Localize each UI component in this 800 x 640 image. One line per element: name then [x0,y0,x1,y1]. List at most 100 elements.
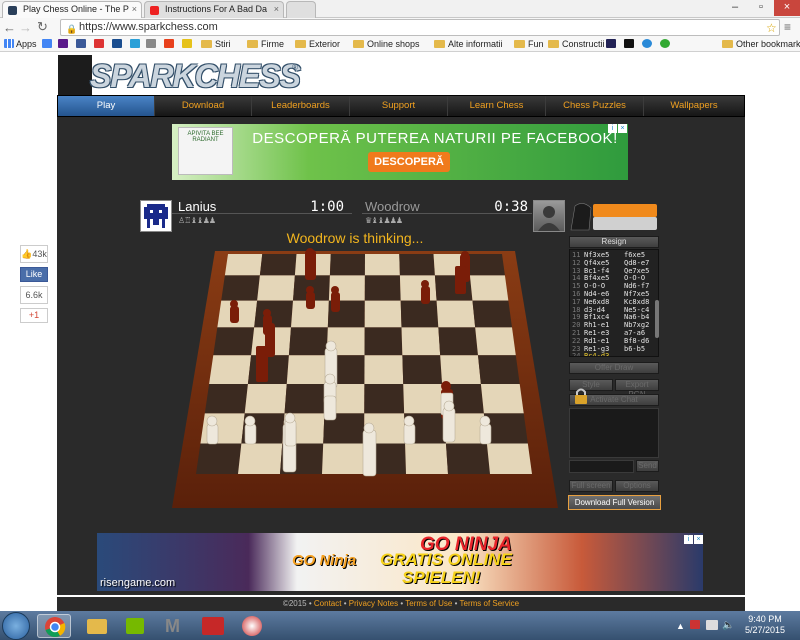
facebook-like-button[interactable]: Like [20,267,48,282]
footer-link-contact[interactable]: Contact [314,599,342,608]
ad-info-icon[interactable]: i [608,124,617,133]
nav-chess-puzzles[interactable]: Chess Puzzles [546,96,644,116]
download-full-version-button[interactable]: Download Full Version [568,495,661,510]
board-square[interactable] [399,275,437,301]
tray-network-icon[interactable] [706,620,718,630]
bookmark-icon-13[interactable] [660,38,672,51]
board-graphic[interactable] [170,248,560,510]
board-square[interactable] [364,275,401,301]
menu-icon[interactable]: ≡ [784,20,791,34]
address-bar[interactable]: 🔒 https://www.sparkchess.com [60,19,780,36]
bookmark-stiri[interactable]: Stiri [201,38,231,51]
board-square[interactable] [475,327,516,356]
bookmark-fun[interactable]: Fun [514,38,544,51]
chat-box[interactable] [569,408,659,458]
options-button[interactable]: Options [615,480,659,492]
board-square[interactable] [213,327,255,356]
chess-board[interactable] [170,248,560,510]
chat-input[interactable] [569,460,634,473]
bookmark-icon-8[interactable] [164,38,176,51]
board-square[interactable] [204,383,248,414]
move-row[interactable]: 24 Bc4-d3 [572,353,658,356]
close-icon[interactable]: × [132,2,137,17]
ad-info-icon[interactable]: i [684,535,693,544]
back-icon[interactable]: ← [3,20,16,35]
board-square[interactable] [329,254,365,276]
board-square[interactable] [244,383,287,414]
board-square[interactable] [445,443,490,474]
bookmark-icon-12[interactable] [642,38,654,51]
footer-link-terms-of-service[interactable]: Terms of Service [460,599,520,608]
scrollbar[interactable] [655,300,659,338]
bookmark-icon-10[interactable] [606,38,618,51]
bookmark-other[interactable]: Other bookmarks [722,38,800,51]
board-square[interactable] [403,383,445,414]
close-window-icon[interactable]: × [774,0,800,16]
board-square[interactable] [364,383,405,414]
board-square[interactable] [438,327,478,356]
star-icon[interactable]: ☆ [766,21,777,35]
board-square[interactable] [364,300,402,328]
google-plus-button[interactable]: +1 [20,308,48,323]
board-square[interactable] [257,275,295,301]
bookmark-alte-informatii[interactable]: Alte informatii [434,38,503,51]
bookmark-icon-2[interactable] [58,38,70,51]
bookmark-apps[interactable]: Apps [4,38,37,51]
board-square[interactable] [440,355,481,384]
tray-show-hidden-icon[interactable]: ▲ [676,621,685,631]
bookmark-exterior[interactable]: Exterior [295,38,340,51]
board-square[interactable] [224,254,263,276]
board-square[interactable] [480,383,524,414]
nvidia-taskbar-icon[interactable] [118,614,152,638]
app-m-taskbar-icon[interactable]: M [157,614,191,638]
board-square[interactable] [322,443,365,474]
board-square[interactable] [364,254,400,276]
offer-draw-button[interactable]: Offer Draw [569,362,659,374]
board-square[interactable] [364,355,404,384]
ad-close-icon[interactable]: × [694,535,703,544]
tray-volume-icon[interactable]: 🔈 [722,620,734,631]
bookmark-icon-3[interactable] [76,38,88,51]
start-button[interactable] [2,612,30,640]
board-square[interactable] [400,300,439,328]
bookmark-icon-1[interactable] [42,38,54,51]
nav-support[interactable]: Support [350,96,448,116]
new-tab-button[interactable] [286,1,316,18]
board-square[interactable] [436,300,476,328]
bookmark-online-shops[interactable]: Online shops [353,38,420,51]
nav-learn-chess[interactable]: Learn Chess [448,96,546,116]
board-square[interactable] [399,254,435,276]
board-square[interactable] [469,275,509,301]
bookmark-icon-9[interactable] [182,38,194,51]
bookmark-icon-5[interactable] [112,38,124,51]
board-square[interactable] [254,300,294,328]
board-square[interactable] [259,254,297,276]
board-square[interactable] [405,443,448,474]
ad-cta-button[interactable]: DESCOPERĂ [368,152,450,172]
send-button[interactable]: Send [636,460,659,472]
board-square[interactable] [467,254,505,276]
tray-flag-icon[interactable] [690,620,700,629]
site-logo[interactable]: SPARKCHESS [90,58,301,95]
chrome-taskbar-icon[interactable] [37,614,71,638]
board-square[interactable] [486,443,532,474]
board-square[interactable] [402,355,443,384]
app-globe-taskbar-icon[interactable] [235,614,269,638]
reload-icon[interactable]: ↻ [37,19,48,35]
fullscreen-button[interactable]: Full screen [569,480,613,492]
board-square[interactable] [221,275,260,301]
tab-youtube[interactable]: Instructions For A Bad Da × [144,1,284,18]
board-square[interactable] [364,327,403,356]
board-square[interactable] [472,300,513,328]
board-square[interactable] [196,443,242,474]
tab-sparkchess[interactable]: Play Chess Online - The P × [2,1,142,18]
forward-icon[interactable]: → [19,20,32,35]
bookmark-constructii[interactable]: Constructii [548,38,605,51]
explorer-taskbar-icon[interactable] [79,614,113,638]
footer-link-privacy[interactable]: Privacy Notes [349,599,398,608]
board-square[interactable] [209,355,252,384]
bookmark-icon-11[interactable] [624,38,636,51]
bookmark-icon-7[interactable] [146,38,158,51]
bookmark-icon-4[interactable] [94,38,106,51]
ad-close-icon[interactable]: × [618,124,627,133]
